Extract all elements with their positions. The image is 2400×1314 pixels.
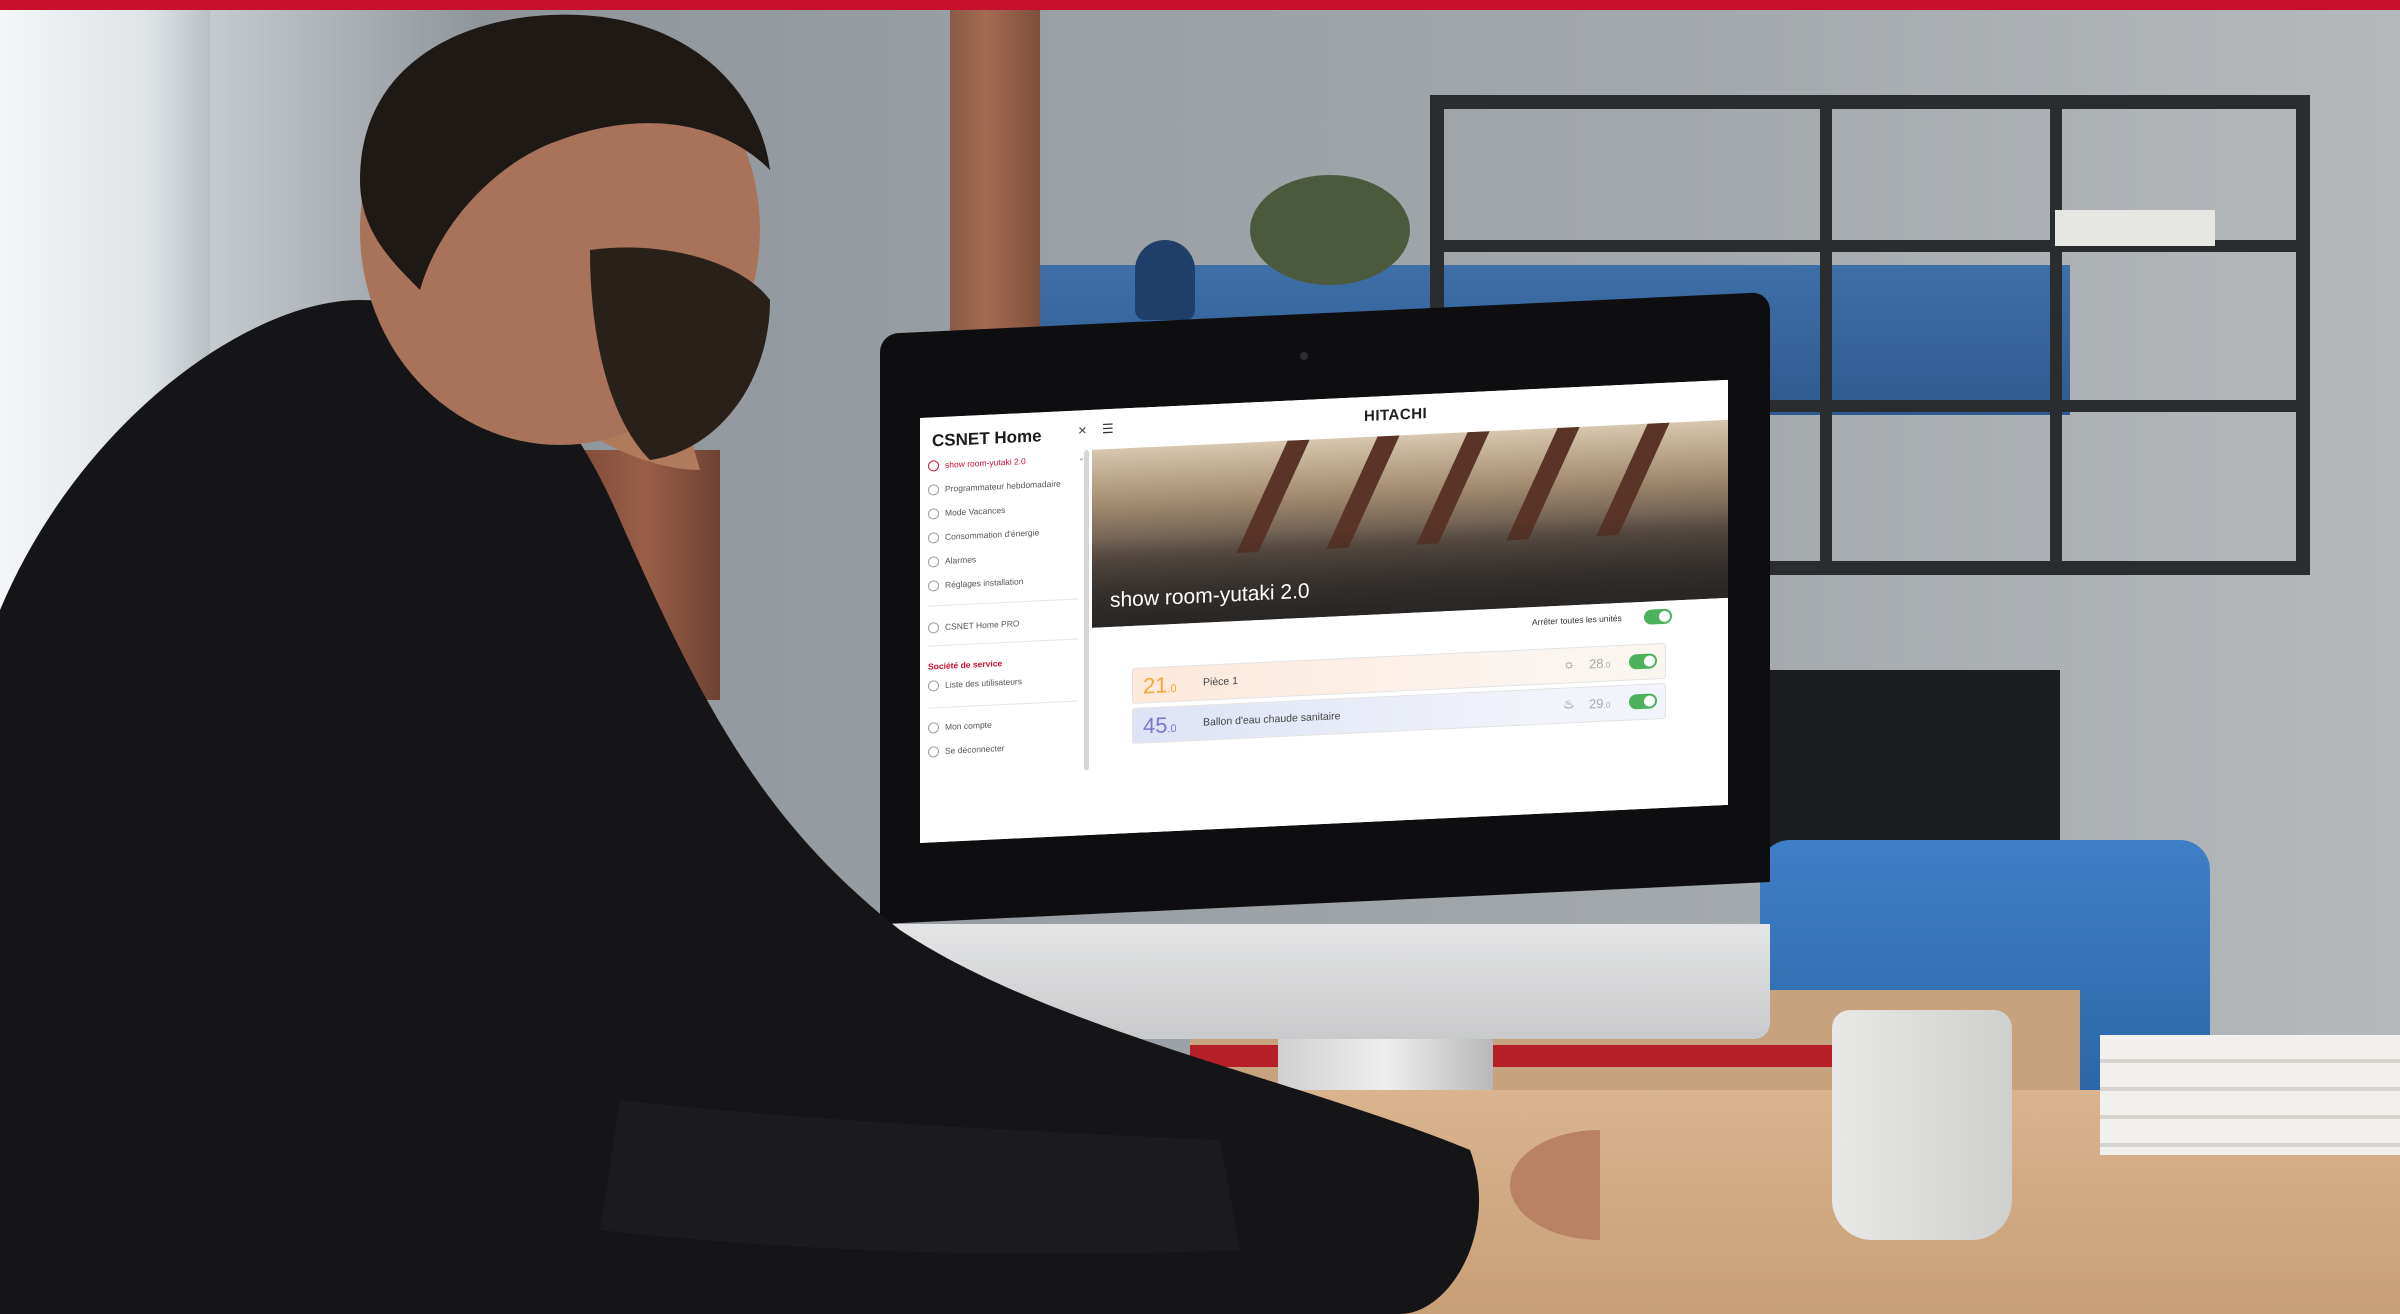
bookshelf-divider: [2050, 95, 2062, 575]
stop-all-toggle[interactable]: [1644, 608, 1672, 625]
unit-toggle[interactable]: [1629, 653, 1657, 670]
coffee-mug: [1832, 1010, 2012, 1240]
bookshelf-divider: [1820, 95, 1832, 575]
book-stack: [2055, 210, 2215, 246]
person-at-desk: [0, 14, 1600, 1314]
photo-scene: CSNET Home × show room-yutaki 2.0 ⌄ Prog…: [0, 0, 2400, 1314]
person-hand: [1510, 1130, 1600, 1240]
paper-stack: [2100, 1035, 2400, 1155]
unit-toggle[interactable]: [1629, 693, 1657, 710]
